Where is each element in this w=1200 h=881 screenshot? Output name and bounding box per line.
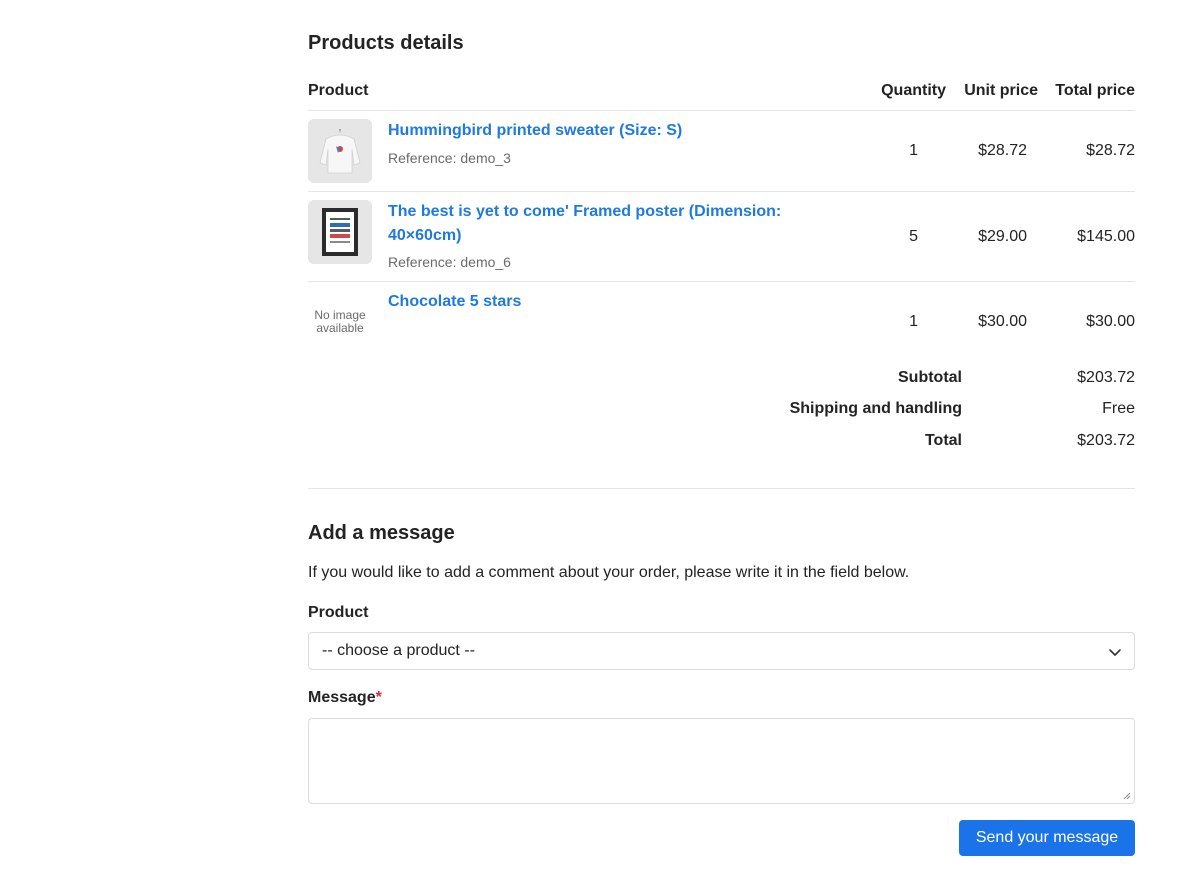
product-total-price: $28.72: [1086, 142, 1135, 159]
product-link[interactable]: The best is yet to come' Framed poster (…: [388, 200, 808, 248]
shipping-value: Free: [1102, 400, 1135, 417]
subtotal-label: Subtotal: [898, 369, 962, 386]
product-link[interactable]: Chocolate 5 stars: [388, 290, 521, 314]
product-unit-price: $28.72: [978, 142, 1027, 159]
column-header-unit-price: Unit price: [964, 82, 1038, 99]
product-select[interactable]: -- choose a product --: [308, 632, 1135, 670]
product-unit-price: $29.00: [978, 228, 1027, 245]
product-quantity: 1: [909, 142, 918, 159]
column-header-quantity: Quantity: [881, 82, 946, 99]
send-message-button[interactable]: Send your message: [959, 820, 1135, 856]
total-label: Total: [924, 432, 962, 449]
table-row: Hummingbird printed sweater (Size: S) Re…: [308, 111, 1135, 192]
product-total-price: $145.00: [1077, 228, 1135, 245]
product-select-value: -- choose a product --: [322, 642, 475, 659]
required-mark: *: [375, 689, 382, 706]
table-row: The best is yet to come' Framed poster (…: [308, 192, 1135, 282]
products-table-header: Product Quantity Unit price Total price: [308, 82, 1135, 111]
message-label-text: Message: [308, 689, 376, 706]
subtotal-value: $203.72: [1077, 369, 1135, 386]
resize-handle-icon[interactable]: [1123, 792, 1131, 800]
add-message-title: Add a message: [308, 522, 455, 544]
product-select-label: Product: [308, 604, 369, 621]
product-total-price: $30.00: [1086, 313, 1135, 330]
shipping-label: Shipping and handling: [789, 400, 962, 417]
product-quantity: 5: [909, 228, 918, 245]
products-details-title: Products details: [308, 32, 464, 54]
message-textarea[interactable]: [308, 718, 1135, 804]
table-row: No image available Chocolate 5 stars 1 $…: [308, 282, 1135, 352]
product-unit-price: $30.00: [978, 313, 1027, 330]
product-reference: Reference: demo_3: [388, 150, 511, 166]
total-value: $203.72: [1077, 432, 1135, 449]
add-message-description: If you would like to add a comment about…: [308, 564, 910, 581]
product-reference: Reference: demo_6: [388, 254, 511, 270]
no-image-placeholder: No image available: [314, 308, 366, 335]
product-link[interactable]: Hummingbird printed sweater (Size: S): [388, 119, 682, 143]
sweater-image[interactable]: [308, 119, 372, 183]
message-label: Message*: [308, 689, 382, 707]
column-header-total-price: Total price: [1055, 82, 1135, 99]
chevron-down-icon: [1109, 649, 1121, 656]
product-quantity: 1: [909, 313, 918, 330]
column-header-product: Product: [308, 82, 369, 99]
section-divider: [308, 488, 1135, 489]
poster-image[interactable]: [308, 200, 372, 264]
